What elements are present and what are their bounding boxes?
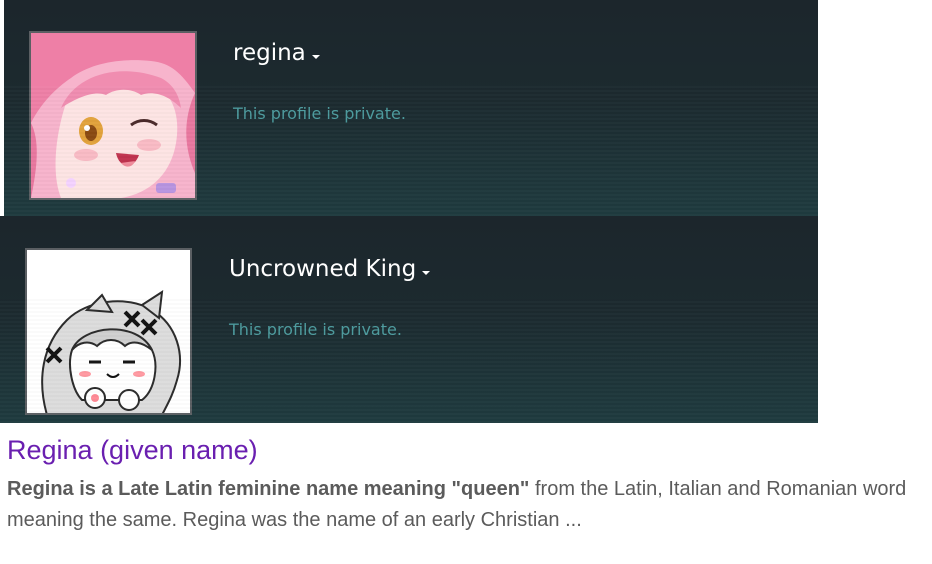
profile-private-notice: This profile is private. (229, 320, 402, 339)
caret-down-icon (311, 54, 320, 59)
persona-name-text: regina (233, 40, 306, 66)
profile-card-regina: regina This profile is private. (4, 0, 818, 216)
search-result-title-link[interactable]: Regina (given name) (7, 434, 258, 466)
profile-avatar[interactable] (29, 31, 197, 200)
persona-name-text: Uncrowned King (229, 256, 417, 282)
page: regina This profile is private. Uncrowne… (0, 0, 932, 564)
anime-pink-hair-avatar-icon (31, 33, 195, 198)
profile-private-notice: This profile is private. (233, 104, 406, 123)
anime-white-hair-chibi-avatar-icon (27, 250, 190, 413)
search-result-snippet: Regina is a Late Latin feminine name mea… (7, 474, 907, 536)
snippet-highlight: Regina is a Late Latin feminine name mea… (7, 478, 530, 500)
persona-name-dropdown[interactable]: regina (233, 39, 320, 67)
profile-card-uncrowned-king: Uncrowned King This profile is private. (0, 216, 818, 423)
profile-avatar[interactable] (25, 248, 192, 415)
caret-down-icon (422, 270, 431, 275)
persona-name-dropdown[interactable]: Uncrowned King (229, 255, 431, 283)
